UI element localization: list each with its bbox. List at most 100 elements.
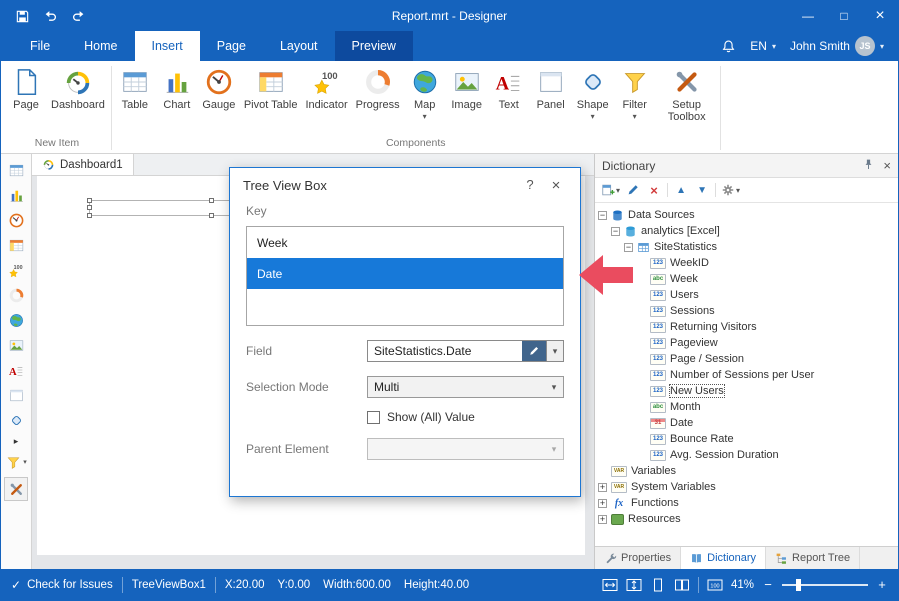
tab-home[interactable]: Home: [67, 31, 134, 61]
tool-gauge-button[interactable]: [5, 210, 27, 230]
tool-text-button[interactable]: [5, 360, 27, 380]
move-up-button[interactable]: ▲: [673, 181, 689, 199]
zoom-multiple-pages-button[interactable]: [674, 578, 690, 592]
zoom-one-page-button[interactable]: [650, 578, 666, 592]
move-down-button[interactable]: ▼: [694, 181, 710, 199]
selection-handle[interactable]: [209, 198, 214, 203]
tab-layout[interactable]: Layout: [263, 31, 335, 61]
selection-handle[interactable]: [209, 213, 214, 218]
tab-report-tree[interactable]: Report Tree: [766, 547, 860, 569]
selection-mode-combo[interactable]: Multi ▾: [367, 376, 564, 398]
dialog-help-button[interactable]: ?: [519, 177, 541, 194]
show-all-value-option[interactable]: Show (All) Value: [367, 410, 475, 424]
ribbon-table-button[interactable]: Table: [114, 63, 156, 111]
parent-element-combo[interactable]: ▾: [367, 438, 564, 460]
new-item-button[interactable]: ▾: [601, 181, 620, 199]
selection-handle[interactable]: [87, 205, 92, 210]
edit-button[interactable]: [625, 181, 641, 199]
tree-node-date[interactable]: 31Date: [595, 415, 898, 431]
key-list[interactable]: WeekDate: [246, 226, 564, 326]
zoom-page-width-button[interactable]: [602, 578, 618, 592]
show-all-value-checkbox[interactable]: [367, 411, 380, 424]
panel-close-button[interactable]: ×: [883, 158, 891, 173]
zoom-in-button[interactable]: +: [876, 577, 888, 592]
ribbon-shape-button[interactable]: Shape▾: [572, 63, 614, 120]
tree-node-users[interactable]: 123Users: [595, 287, 898, 303]
key-item-week[interactable]: Week: [247, 227, 563, 258]
tool-indicator-button[interactable]: [5, 260, 27, 280]
tree-node-pageview[interactable]: 123Pageview: [595, 335, 898, 351]
tool-image-button[interactable]: [5, 335, 27, 355]
save-button[interactable]: [9, 3, 35, 29]
tool-filter-button[interactable]: ▾: [5, 452, 27, 472]
tool-setup-toolbox-button[interactable]: [4, 477, 28, 501]
tab-properties[interactable]: Properties: [595, 547, 681, 569]
ribbon-chart-button[interactable]: Chart: [156, 63, 198, 111]
tree-node-functions[interactable]: +fxFunctions: [595, 495, 898, 511]
ribbon-dashboard-button[interactable]: Dashboard: [47, 63, 109, 111]
language-selector[interactable]: EN▾: [750, 39, 776, 53]
notifications-button[interactable]: [721, 39, 736, 54]
ribbon-image-button[interactable]: Image: [446, 63, 488, 111]
tool-progress-button[interactable]: [5, 285, 27, 305]
minimize-button[interactable]: —: [790, 1, 826, 31]
ribbon-setup-toolbox-button[interactable]: Setup Toolbox: [656, 63, 718, 123]
tab-insert[interactable]: Insert: [135, 31, 200, 61]
zoom-100-button[interactable]: [707, 578, 723, 592]
selection-handle[interactable]: [87, 198, 92, 203]
tool-shape-button[interactable]: [5, 410, 27, 430]
ribbon-progress-button[interactable]: Progress: [352, 63, 404, 111]
user-menu[interactable]: John SmithJS▾: [790, 36, 884, 56]
tree-node-week[interactable]: abcWeek: [595, 271, 898, 287]
tree-node-resources[interactable]: +Resources: [595, 511, 898, 527]
toolbox-more-button[interactable]: ▸: [5, 435, 27, 447]
ribbon-map-button[interactable]: Map▾: [404, 63, 446, 120]
zoom-slider[interactable]: [782, 584, 868, 586]
ribbon-gauge-button[interactable]: Gauge: [198, 63, 240, 111]
zoom-slider-thumb[interactable]: [796, 579, 801, 591]
tab-page[interactable]: Page: [200, 31, 263, 61]
tab-dictionary[interactable]: Dictionary: [681, 547, 766, 569]
tool-pivot-table-button[interactable]: [5, 235, 27, 255]
tree-node-data-sources[interactable]: −Data Sources: [595, 207, 898, 223]
tab-file[interactable]: File: [13, 31, 67, 61]
ribbon-indicator-button[interactable]: Indicator: [301, 63, 351, 111]
tree-node-variables[interactable]: VARVariables: [595, 463, 898, 479]
expand-icon[interactable]: +: [598, 483, 607, 492]
key-item-date[interactable]: Date: [247, 258, 563, 289]
expand-icon[interactable]: +: [598, 515, 607, 524]
tree-node-new-users[interactable]: 123New Users: [595, 383, 898, 399]
ribbon-filter-button[interactable]: Filter▾: [614, 63, 656, 120]
close-button[interactable]: ×: [862, 1, 898, 31]
ribbon-panel-button[interactable]: Panel: [530, 63, 572, 111]
collapse-icon[interactable]: −: [624, 243, 633, 252]
dialog-close-button[interactable]: ×: [545, 177, 567, 194]
delete-button[interactable]: ×: [646, 181, 662, 199]
collapse-icon[interactable]: −: [611, 227, 620, 236]
expression-edit-button[interactable]: [522, 341, 546, 361]
tree-node-system-variables[interactable]: +VARSystem Variables: [595, 479, 898, 495]
tool-panel-button[interactable]: [5, 385, 27, 405]
tree-node-sessions[interactable]: 123Sessions: [595, 303, 898, 319]
tab-dashboard1[interactable]: Dashboard1: [32, 154, 134, 175]
maximize-button[interactable]: □: [826, 1, 862, 31]
tool-chart-button[interactable]: [5, 185, 27, 205]
tree-node-month[interactable]: abcMonth: [595, 399, 898, 415]
tree-node-weekid[interactable]: 123WeekID: [595, 255, 898, 271]
redo-button[interactable]: [65, 3, 91, 29]
field-combo[interactable]: SiteStatistics.Date ▾: [367, 340, 564, 362]
ribbon-pivot-table-button[interactable]: Pivot Table: [240, 63, 302, 111]
tree-node-page-session[interactable]: 123Page / Session: [595, 351, 898, 367]
tree-node-number-of-sessions-per-user[interactable]: 123Number of Sessions per User: [595, 367, 898, 383]
tree-node-bounce-rate[interactable]: 123Bounce Rate: [595, 431, 898, 447]
pin-button[interactable]: [862, 158, 875, 174]
tool-map-button[interactable]: [5, 310, 27, 330]
tree-node-returning-visitors[interactable]: 123Returning Visitors: [595, 319, 898, 335]
tree-node-sitestatistics[interactable]: −SiteStatistics: [595, 239, 898, 255]
settings-button[interactable]: ▾: [721, 181, 740, 199]
undo-button[interactable]: [37, 3, 63, 29]
zoom-page-height-button[interactable]: [626, 578, 642, 592]
tree-node-avg-session-duration[interactable]: 123Avg. Session Duration: [595, 447, 898, 463]
tool-table-button[interactable]: [5, 160, 27, 180]
collapse-icon[interactable]: −: [598, 211, 607, 220]
